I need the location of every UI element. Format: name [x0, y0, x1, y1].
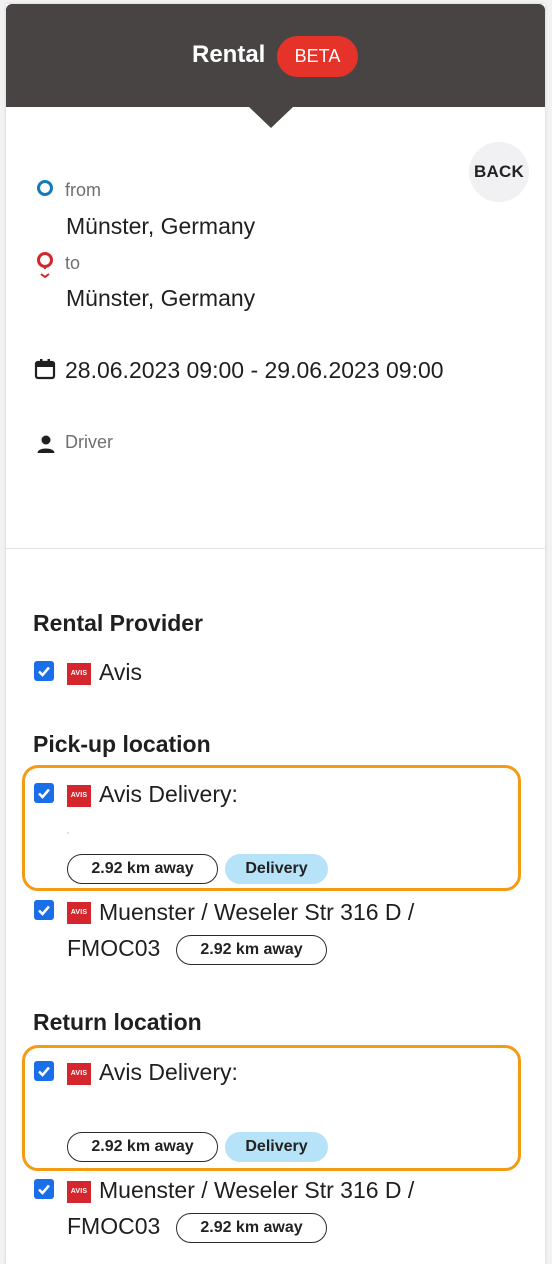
- back-button[interactable]: BACK: [469, 142, 529, 202]
- delivery-tag: Delivery: [225, 1132, 328, 1162]
- pickup-delivery-label: Avis Delivery:: [99, 781, 238, 807]
- header-pointer: [249, 107, 293, 128]
- pickup-weseler-label: Muenster / Weseler Str 316 D /: [99, 899, 415, 925]
- rental-panel: Rental BETA BACK from Münster, Germany t…: [6, 4, 545, 1264]
- distance-tag: 2.92 km away: [67, 854, 218, 884]
- to-value[interactable]: Münster, Germany: [66, 284, 255, 312]
- provider-avis-label: Avis: [99, 659, 143, 685]
- return-location-title: Return location: [33, 1009, 202, 1035]
- checkmark-icon: [38, 905, 50, 916]
- header-bar: Rental BETA: [6, 4, 545, 107]
- avis-logo: AVIS: [67, 663, 91, 685]
- return-weseler-label: Muenster / Weseler Str 316 D /: [99, 1177, 415, 1203]
- page-title: Rental: [192, 41, 266, 68]
- checkmark-icon: [38, 788, 50, 799]
- avis-logo: AVIS: [67, 785, 91, 807]
- map-pin-icon: [35, 251, 55, 284]
- from-label: from: [65, 180, 101, 200]
- person-icon: [36, 434, 56, 459]
- return-delivery-checkbox[interactable]: [34, 1061, 54, 1081]
- pickup-weseler-checkbox[interactable]: [34, 900, 54, 920]
- distance-tag: 2.92 km away: [67, 1132, 218, 1162]
- section-divider: [6, 548, 545, 549]
- delivery-tag: Delivery: [225, 854, 328, 884]
- calendar-icon: [34, 358, 56, 385]
- pickup-delivery-checkbox[interactable]: [34, 783, 54, 803]
- circle-outline-icon: [37, 180, 53, 196]
- beta-badge: BETA: [277, 36, 358, 77]
- distance-tag: 2.92 km away: [176, 935, 327, 965]
- pickup-weseler-label-line2: FMOC03: [67, 935, 161, 961]
- from-value[interactable]: Münster, Germany: [66, 212, 255, 240]
- return-delivery-label: Avis Delivery:: [99, 1059, 238, 1085]
- driver-label[interactable]: Driver: [65, 431, 113, 453]
- avis-logo: AVIS: [67, 1181, 91, 1203]
- date-range[interactable]: 28.06.2023 09:00 - 29.06.2023 09:00: [65, 356, 444, 384]
- rental-provider-title: Rental Provider: [33, 610, 203, 636]
- return-weseler-checkbox[interactable]: [34, 1179, 54, 1199]
- address-placeholder: [67, 832, 69, 834]
- pickup-location-title: Pick-up location: [33, 731, 211, 757]
- return-weseler-label-line2: FMOC03: [67, 1213, 161, 1239]
- provider-avis-checkbox[interactable]: [34, 661, 54, 681]
- avis-logo: AVIS: [67, 1063, 91, 1085]
- checkmark-icon: [38, 666, 50, 677]
- checkmark-icon: [38, 1184, 50, 1195]
- to-label: to: [65, 253, 81, 273]
- checkmark-icon: [38, 1066, 50, 1077]
- distance-tag: 2.92 km away: [176, 1213, 327, 1243]
- avis-logo: AVIS: [67, 902, 91, 924]
